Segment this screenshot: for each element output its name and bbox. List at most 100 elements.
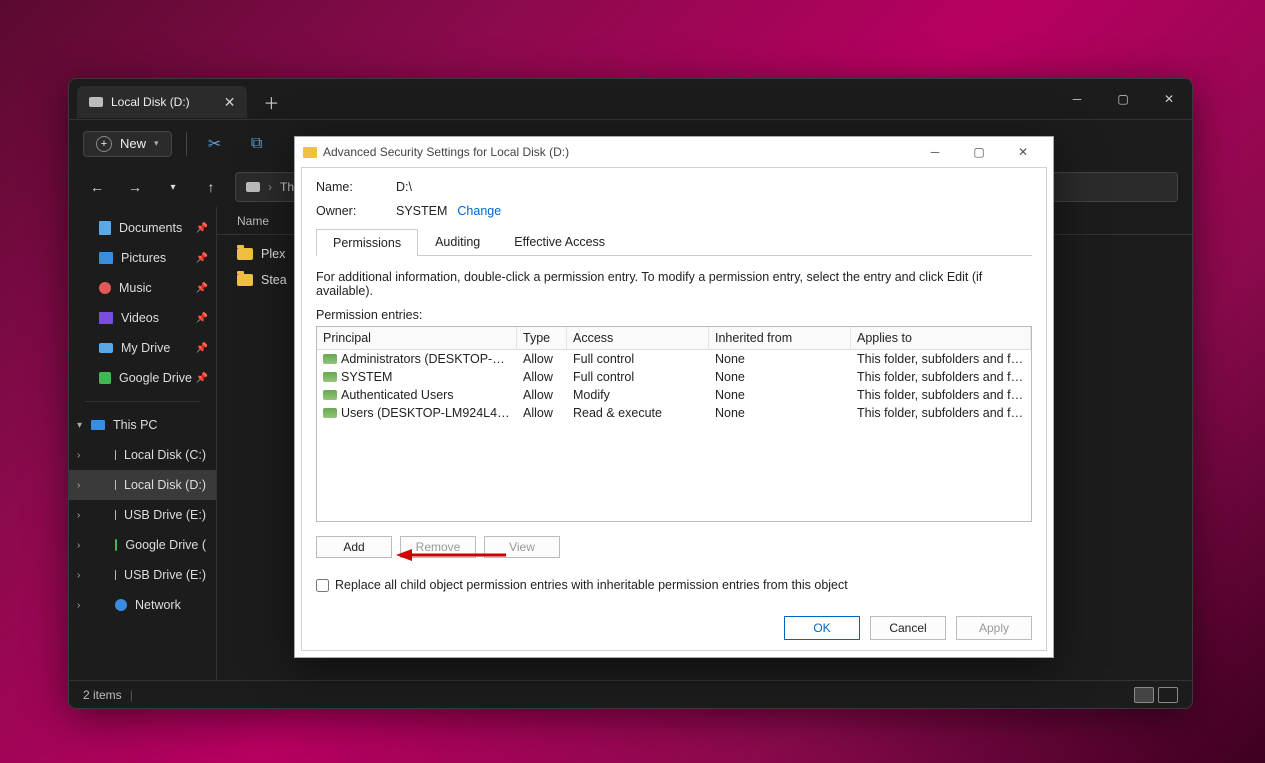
col-access[interactable]: Access <box>567 327 709 349</box>
view-details-icon[interactable] <box>1134 687 1154 703</box>
sidebar-label: Google Drive <box>119 371 192 385</box>
view-tiles-icon[interactable] <box>1158 687 1178 703</box>
group-icon <box>323 408 337 418</box>
close-button[interactable]: ✕ <box>1001 137 1045 167</box>
sidebar-item-googledrive[interactable]: Google Drive 📌 <box>69 363 216 393</box>
sidebar-label: USB Drive (E:) <box>124 508 206 522</box>
sidebar-item-local-d[interactable]: › Local Disk (D:) <box>69 470 216 500</box>
permission-entries-grid[interactable]: Principal Type Access Inherited from App… <box>316 326 1032 522</box>
network-icon <box>115 599 127 611</box>
music-icon <box>99 282 111 294</box>
ok-button[interactable]: OK <box>784 616 860 640</box>
group-icon <box>323 372 337 382</box>
view-button[interactable]: View <box>484 536 560 558</box>
new-button[interactable]: + New ▾ <box>83 131 172 157</box>
sidebar-item-mydrive[interactable]: My Drive 📌 <box>69 333 216 363</box>
tab-auditing[interactable]: Auditing <box>418 228 497 255</box>
maximize-button[interactable]: ▢ <box>1100 79 1146 119</box>
sidebar: Documents📌 Pictures📌 Music📌 Videos📌 My D… <box>69 207 217 680</box>
tab-title: Local Disk (D:) <box>111 95 190 109</box>
chevron-right-icon: › <box>77 540 80 551</box>
close-window-button[interactable]: ✕ <box>1146 79 1192 119</box>
sidebar-item-videos[interactable]: Videos📌 <box>69 303 216 333</box>
col-type[interactable]: Type <box>517 327 567 349</box>
pin-icon: 📌 <box>196 373 208 384</box>
chevron-right-icon: › <box>77 600 80 611</box>
change-owner-link[interactable]: Change <box>457 204 501 218</box>
table-row[interactable]: Users (DESKTOP-LM924L4\Users)AllowRead &… <box>317 404 1031 422</box>
sidebar-label: Google Drive ( <box>125 538 206 552</box>
col-inherited[interactable]: Inherited from <box>709 327 851 349</box>
chevron-right-icon: › <box>77 480 80 491</box>
replace-child-label: Replace all child object permission entr… <box>335 578 848 592</box>
sidebar-item-network[interactable]: ›Network <box>69 590 216 620</box>
table-row[interactable]: Administrators (DESKTOP-LM92…AllowFull c… <box>317 350 1031 368</box>
back-button[interactable]: ← <box>83 173 111 201</box>
chevron-right-icon: › <box>77 450 80 461</box>
cancel-button[interactable]: Cancel <box>870 616 946 640</box>
folder-icon <box>237 274 253 286</box>
dialog-title: Advanced Security Settings for Local Dis… <box>323 145 569 159</box>
col-principal[interactable]: Principal <box>317 327 517 349</box>
folder-icon <box>303 147 317 158</box>
minimize-button[interactable]: ─ <box>1054 79 1100 119</box>
status-item-count: 2 items <box>83 688 122 702</box>
sidebar-label: Documents <box>119 221 182 235</box>
pin-icon: 📌 <box>196 283 208 294</box>
sidebar-item-usb-e2[interactable]: ›USB Drive (E:) <box>69 560 216 590</box>
pc-icon <box>91 420 105 430</box>
chevron-right-icon: › <box>77 510 80 521</box>
usb-icon <box>115 570 116 580</box>
window-tab-active[interactable]: Local Disk (D:) ✕ <box>77 86 247 118</box>
sidebar-item-pictures[interactable]: Pictures📌 <box>69 243 216 273</box>
sidebar-item-local-c[interactable]: ›Local Disk (C:) <box>69 440 216 470</box>
maximize-button[interactable]: ▢ <box>957 137 1001 167</box>
google-drive-icon <box>99 372 111 384</box>
sidebar-label: Music <box>119 281 152 295</box>
entries-label: Permission entries: <box>316 308 1032 322</box>
copy-icon[interactable]: ⧉ <box>243 130 271 158</box>
add-button[interactable]: Add <box>316 536 392 558</box>
pin-icon: 📌 <box>196 343 208 354</box>
col-applies[interactable]: Applies to <box>851 327 1031 349</box>
remove-button[interactable]: Remove <box>400 536 476 558</box>
new-button-label: New <box>120 136 146 151</box>
sidebar-label: My Drive <box>121 341 170 355</box>
disk-icon <box>115 480 116 490</box>
group-icon <box>323 354 337 364</box>
disk-icon <box>89 97 103 107</box>
plus-icon: + <box>96 136 112 152</box>
pin-icon: 📌 <box>196 223 208 234</box>
sidebar-item-thispc[interactable]: ▾This PC <box>69 410 216 440</box>
sidebar-label: Pictures <box>121 251 166 265</box>
usb-icon <box>115 510 116 520</box>
google-drive-icon <box>115 539 117 551</box>
up-button[interactable]: ↑ <box>197 173 225 201</box>
sidebar-item-usb-e[interactable]: › USB Drive (E:) <box>69 500 216 530</box>
tab-effective-access[interactable]: Effective Access <box>497 228 622 255</box>
folder-icon <box>237 248 253 260</box>
sidebar-item-music[interactable]: Music 📌 <box>69 273 216 303</box>
replace-child-checkbox[interactable] <box>316 579 329 592</box>
new-tab-button[interactable]: ＋ <box>257 88 285 116</box>
sidebar-label: Videos <box>121 311 159 325</box>
minimize-button[interactable]: ─ <box>913 137 957 167</box>
history-dropdown[interactable]: ▾ <box>159 173 187 201</box>
table-row[interactable]: SYSTEMAllowFull controlNoneThis folder, … <box>317 368 1031 386</box>
table-row[interactable]: Authenticated UsersAllowModifyNoneThis f… <box>317 386 1031 404</box>
forward-button[interactable]: → <box>121 173 149 201</box>
document-icon <box>99 221 111 235</box>
file-name: Plex <box>261 247 285 261</box>
drive-icon <box>99 343 113 353</box>
disk-icon <box>115 450 116 460</box>
close-tab-icon[interactable]: ✕ <box>224 95 236 109</box>
cut-icon[interactable]: ✂ <box>201 130 229 158</box>
sidebar-label: USB Drive (E:) <box>124 568 206 582</box>
sidebar-label: Local Disk (D:) <box>124 478 206 492</box>
hint-text: For additional information, double-click… <box>316 270 1032 298</box>
apply-button[interactable]: Apply <box>956 616 1032 640</box>
sidebar-item-google-drive[interactable]: › Google Drive ( <box>69 530 216 560</box>
tab-permissions[interactable]: Permissions <box>316 229 418 256</box>
sidebar-item-documents[interactable]: Documents 📌 <box>69 213 216 243</box>
pictures-icon <box>99 252 113 264</box>
